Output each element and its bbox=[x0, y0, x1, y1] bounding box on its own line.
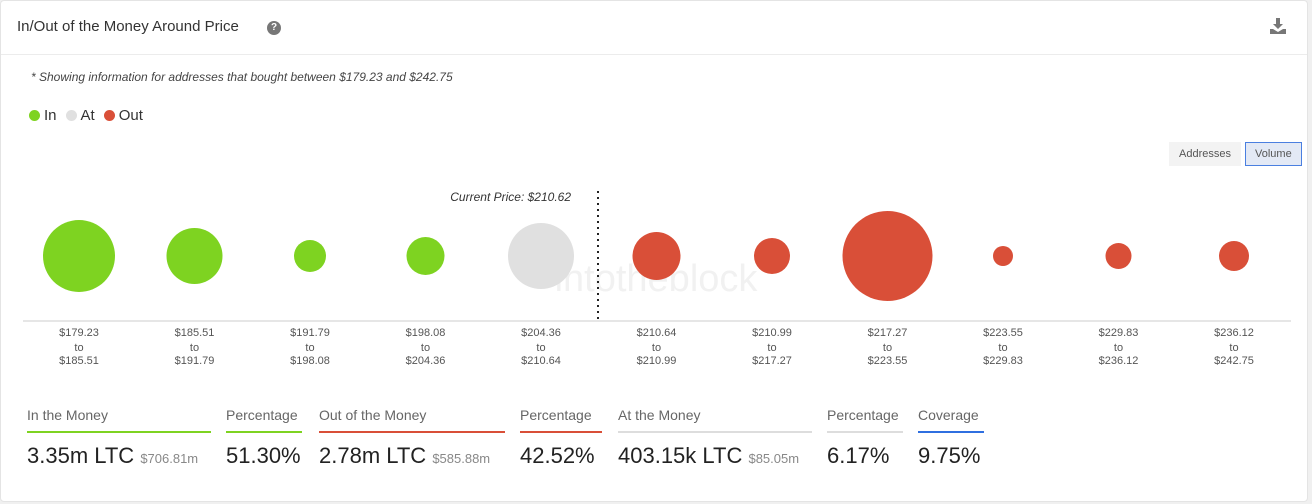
stat-value: 51.30% bbox=[226, 443, 301, 468]
bubble-out[interactable] bbox=[1219, 241, 1249, 271]
bucket-label-from: $185.51 bbox=[175, 327, 215, 339]
help-icon[interactable]: ? bbox=[267, 21, 281, 35]
stat-0: In the Money 3.35m LTC $706.81m bbox=[27, 407, 211, 469]
bucket-label-to: $198.08 bbox=[290, 355, 330, 367]
bucket-label-to: $185.51 bbox=[59, 355, 99, 367]
card-header: In/Out of the Money Around Price ? bbox=[1, 1, 1307, 55]
bucket-label-from: $198.08 bbox=[406, 327, 446, 339]
bubble-in[interactable] bbox=[166, 228, 223, 284]
bucket-label-to: $210.99 bbox=[637, 355, 677, 367]
bucket-label-to: to bbox=[305, 342, 314, 354]
bucket-label-to: $223.55 bbox=[868, 355, 908, 367]
stat-6: Coverage 9.75% bbox=[918, 407, 984, 469]
bubble-chart: intotheblock Current Price: $210.62 $179… bbox=[23, 190, 1291, 367]
bubble-out[interactable] bbox=[842, 211, 933, 301]
stat-label: Percentage bbox=[226, 407, 302, 433]
stat-value-row: 9.75% bbox=[918, 443, 984, 469]
bucket-label-from: $179.23 bbox=[59, 327, 99, 339]
stat-label: Percentage bbox=[520, 407, 602, 433]
stat-value-row: 6.17% bbox=[827, 443, 903, 469]
stat-usd-value: $706.81m bbox=[140, 451, 199, 466]
legend: In At Out bbox=[29, 107, 143, 124]
stat-value: 2.78m LTC bbox=[319, 443, 427, 468]
at-dot-icon bbox=[65, 110, 77, 121]
range-note: * Showing information for addresses that… bbox=[31, 70, 453, 84]
bubble-at[interactable] bbox=[508, 223, 574, 289]
bucket-label-from: $210.64 bbox=[637, 327, 677, 339]
bucket-label-to: to bbox=[652, 342, 661, 354]
bucket-label-to: to bbox=[421, 342, 430, 354]
stat-value: 403.15k LTC bbox=[618, 443, 743, 468]
bubble-in[interactable] bbox=[294, 240, 326, 272]
bucket-label-from: $217.27 bbox=[868, 327, 908, 339]
bucket-label-to: to bbox=[536, 342, 545, 354]
bucket-label-to: to bbox=[1229, 342, 1238, 354]
stat-label: Out of the Money bbox=[319, 407, 505, 433]
bucket-label-to: $236.12 bbox=[1099, 355, 1139, 367]
stat-usd-value: $585.88m bbox=[432, 451, 491, 466]
stat-label: In the Money bbox=[27, 407, 211, 433]
bucket-label-from: $236.12 bbox=[1214, 327, 1254, 339]
legend-in[interactable]: In bbox=[29, 107, 57, 124]
bucket-label-from: $223.55 bbox=[983, 327, 1023, 339]
stat-1: Percentage 51.30% bbox=[226, 407, 302, 469]
bubble-in[interactable] bbox=[406, 237, 445, 275]
in-dot-icon bbox=[29, 110, 40, 121]
stat-value: 3.35m LTC bbox=[27, 443, 135, 468]
bucket-label-to: to bbox=[74, 342, 83, 354]
stat-5: Percentage 6.17% bbox=[827, 407, 903, 469]
bubble-out[interactable] bbox=[754, 238, 790, 274]
stat-label: Percentage bbox=[827, 407, 903, 433]
stat-value: 9.75% bbox=[918, 443, 981, 468]
bucket-label-to: to bbox=[767, 342, 776, 354]
bucket-label-from: $229.83 bbox=[1099, 327, 1139, 339]
bubble-out[interactable] bbox=[632, 232, 681, 280]
bucket-label-to: $229.83 bbox=[983, 355, 1023, 367]
bucket-label-to: to bbox=[998, 342, 1007, 354]
bucket-label-to: $217.27 bbox=[752, 355, 792, 367]
bucket-label-to: $191.79 bbox=[175, 355, 215, 367]
in-out-money-card: In/Out of the Money Around Price ? * Sho… bbox=[0, 0, 1308, 502]
card-title: In/Out of the Money Around Price bbox=[17, 18, 239, 35]
bucket-label-from: $210.99 bbox=[752, 327, 792, 339]
current-price-label: Current Price: $210.62 bbox=[450, 190, 571, 204]
stat-value-row: 51.30% bbox=[226, 443, 302, 469]
stat-value-row: 2.78m LTC $585.88m bbox=[319, 443, 505, 469]
bucket-label-from: $204.36 bbox=[521, 327, 561, 339]
legend-out[interactable]: Out bbox=[103, 107, 143, 124]
stat-3: Percentage 42.52% bbox=[520, 407, 602, 469]
stat-label: Coverage bbox=[918, 407, 984, 433]
stat-label: At the Money bbox=[618, 407, 812, 433]
volume-toggle[interactable]: Volume bbox=[1245, 142, 1302, 166]
stat-value: 42.52% bbox=[520, 443, 595, 468]
bubble-in[interactable] bbox=[43, 220, 115, 292]
bucket-label-to: to bbox=[190, 342, 199, 354]
bucket-label-to: to bbox=[883, 342, 892, 354]
bubble-out[interactable] bbox=[1105, 243, 1132, 269]
stat-value-row: 403.15k LTC $85.05m bbox=[618, 443, 812, 469]
bucket-label-to: $210.64 bbox=[521, 355, 561, 367]
stat-value-row: 42.52% bbox=[520, 443, 602, 469]
legend-at[interactable]: At bbox=[65, 107, 95, 124]
stat-value-row: 3.35m LTC $706.81m bbox=[27, 443, 211, 469]
stat-2: Out of the Money 2.78m LTC $585.88m bbox=[319, 407, 505, 469]
download-icon[interactable] bbox=[1269, 17, 1287, 35]
bucket-label-from: $191.79 bbox=[290, 327, 330, 339]
stat-value: 6.17% bbox=[827, 443, 890, 468]
bucket-label-to: $204.36 bbox=[406, 355, 446, 367]
bucket-label-to: to bbox=[1114, 342, 1123, 354]
bubble-out[interactable] bbox=[993, 246, 1013, 266]
stat-usd-value: $85.05m bbox=[748, 451, 800, 466]
addresses-toggle[interactable]: Addresses bbox=[1169, 142, 1241, 166]
bucket-label-to: $242.75 bbox=[1214, 355, 1254, 367]
stat-4: At the Money 403.15k LTC $85.05m bbox=[618, 407, 812, 469]
out-dot-icon bbox=[103, 110, 115, 121]
